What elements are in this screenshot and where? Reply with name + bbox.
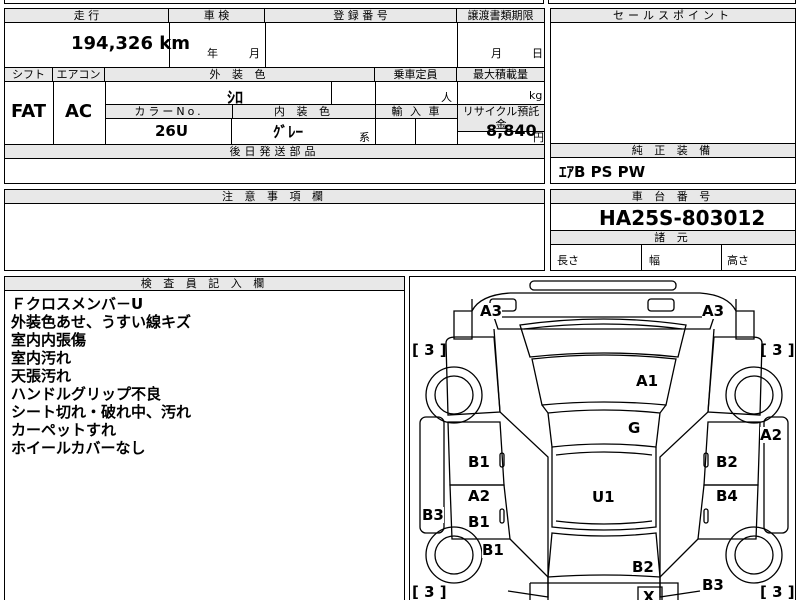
damage-code-g: G [628, 419, 641, 437]
max-load-unit: kg [529, 89, 543, 102]
inspector-note: 室内汚れ [11, 349, 72, 367]
damage-code-a3-left: A3 [480, 302, 503, 320]
inspector-note: カーペットすれ [11, 421, 117, 439]
damage-code-b1-bottom: B1 [482, 541, 504, 559]
inspector-note: シート切れ・破れ中、汚れ [11, 403, 192, 421]
sales-points-label: セールスポイント [551, 9, 795, 23]
damage-code-a2-right: A2 [760, 426, 783, 444]
later-parts-label: 後日発送部品 [5, 145, 544, 159]
exterior-color-label: 外 装 色 [105, 68, 375, 82]
mileage-label: 走 行 [5, 9, 169, 23]
caution-label: 注 意 事 項 欄 [5, 190, 544, 204]
tire-bracket-front-left: [ 3 ] [412, 341, 447, 359]
capacity-unit: 人 [441, 91, 452, 104]
inspection-month-unit: 月 [249, 47, 260, 60]
damage-code-b1-lower: B1 [468, 513, 490, 531]
mileage-value: 194,326 km [71, 33, 190, 54]
inspector-label: 検 査 員 記 入 欄 [5, 277, 404, 291]
vehicle-info-block: 走 行 車 検 登 録 番 号 譲渡書類期限 194,326 km 年 月 月 … [4, 8, 545, 184]
inspector-notes: Ｆクロスメンバ－U 外装色あせ、うすい線キズ 室内内張傷 室内汚れ 天張汚れ ハ… [11, 295, 191, 457]
damage-code-a2-left: A2 [468, 487, 491, 505]
interior-color-suffix: 系 [359, 131, 370, 144]
inspector-note: 天張汚れ [11, 367, 72, 385]
damage-code-b3-left: B3 [422, 506, 444, 524]
top-cut-row [4, 0, 544, 4]
damage-code-x: X [643, 589, 655, 600]
capacity-label: 乗車定員 [375, 68, 457, 82]
chassis-box: 車 台 番 号 HA25S-803012 諸 元 長さ 幅 高さ [550, 189, 796, 271]
transfer-day-unit: 日 [532, 47, 543, 60]
top-cut-row-right [548, 0, 796, 4]
inspector-note: Ｆクロスメンバ－U [11, 295, 144, 313]
registration-label: 登 録 番 号 [265, 9, 457, 23]
transfer-month-unit: 月 [491, 47, 502, 60]
dimensions-width: 幅 [649, 254, 660, 267]
genuine-equipment-box: 純 正 装 備 ｴｱB PS PW [550, 143, 796, 184]
inspector-note: ホイールカバーなし [11, 439, 146, 457]
damage-code-b2-right: B2 [716, 453, 738, 471]
tire-bracket-front-right: [ 3 ] [760, 341, 795, 359]
chassis-label: 車 台 番 号 [551, 190, 795, 204]
damage-code-b4: B4 [716, 487, 738, 505]
dimensions-label: 諸 元 [551, 231, 795, 245]
shift-label: シフト [5, 68, 53, 82]
chassis-value: HA25S-803012 [599, 206, 766, 230]
sales-points-box: セールスポイント [550, 8, 796, 144]
damage-code-u1: U1 [592, 488, 615, 506]
inspection-year-unit: 年 [207, 47, 218, 60]
tire-bracket-rear-left: [ 3 ] [412, 583, 447, 600]
dimensions-height: 高さ [727, 254, 749, 267]
aircon-label: エアコン [53, 68, 105, 82]
inspector-note: 室内内張傷 [11, 331, 87, 349]
max-load-label: 最大積載量 [457, 68, 544, 82]
inspector-box: 検 査 員 記 入 欄 Ｆクロスメンバ－U 外装色あせ、うすい線キズ 室内内張傷… [4, 276, 405, 600]
car-outline-diagram [419, 280, 789, 600]
aircon-value: AC [65, 101, 93, 122]
inspector-note: 外装色あせ、うすい線キズ [11, 313, 192, 331]
interior-color-label: 内 装 色 [232, 105, 375, 119]
interior-color-value: ｸﾞﾚｰ [273, 123, 304, 141]
dimensions-length: 長さ [557, 254, 579, 267]
damage-code-b3-bottom: B3 [702, 576, 724, 594]
genuine-equipment-value: ｴｱB PS PW [559, 163, 646, 181]
car-diagram-box: A3 A3 A1 G A2 B1 B2 A2 U1 B4 B3 B1 B1 B2… [409, 276, 796, 600]
genuine-equipment-label: 純 正 装 備 [551, 144, 795, 158]
damage-code-a3-right: A3 [702, 302, 725, 320]
transfer-docs-label: 譲渡書類期限 [457, 9, 544, 23]
shift-value: FAT [11, 101, 47, 122]
damage-code-a1: A1 [636, 372, 659, 390]
damage-code-b2-bottom: B2 [632, 558, 654, 576]
color-no-label: カラーNo. [106, 105, 232, 119]
recycle-value: 8,840 [486, 121, 537, 140]
caution-box: 注 意 事 項 欄 [4, 189, 545, 271]
color-no-value: 26U [155, 122, 189, 140]
inspection-label: 車 検 [169, 9, 265, 23]
inspector-note: ハンドルグリップ不良 [11, 385, 162, 403]
import-car-label: 輸 入 車 [376, 105, 457, 119]
damage-code-b1-mid: B1 [468, 453, 490, 471]
tire-bracket-rear-right: [ 3 ] [760, 583, 795, 600]
recycle-unit: 円 [533, 131, 544, 144]
